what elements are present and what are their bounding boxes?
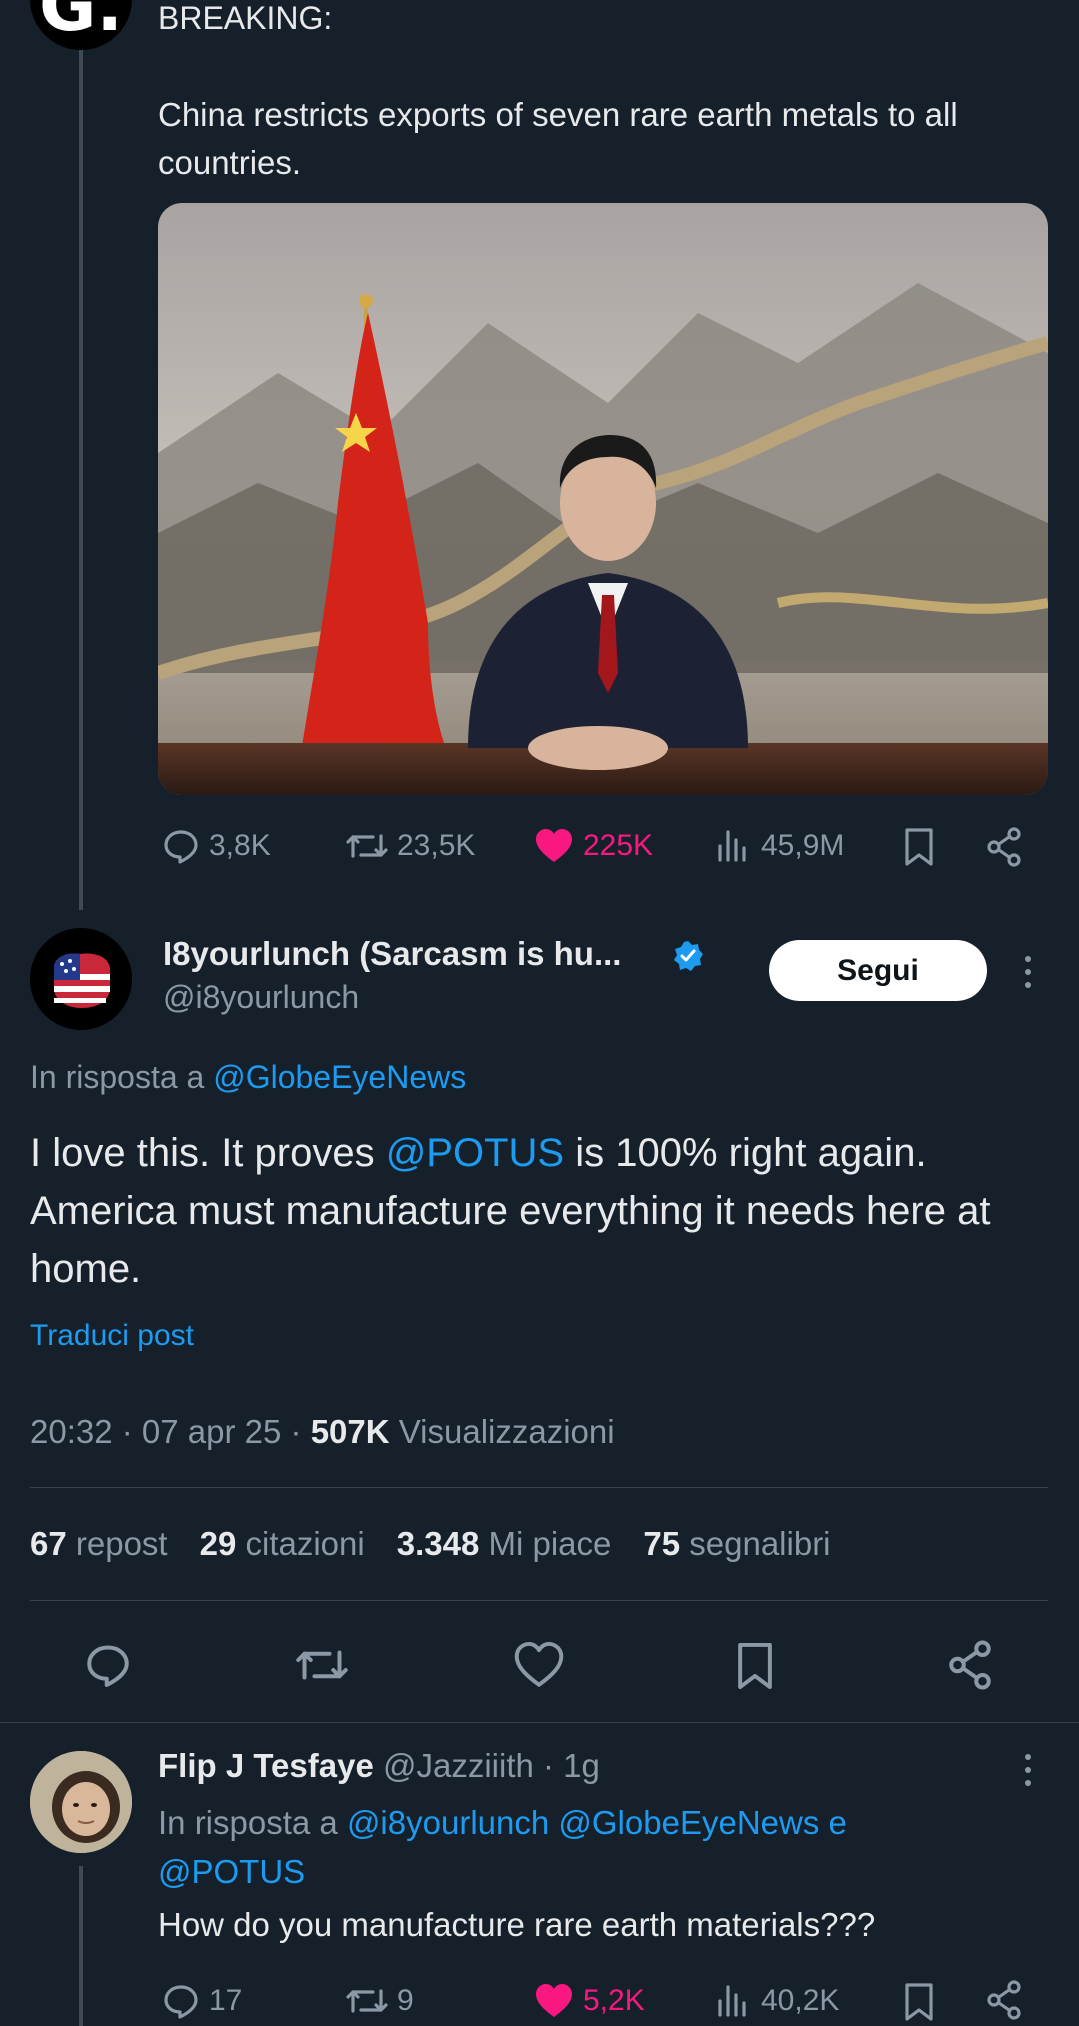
thread-line-bottom: [79, 1866, 83, 2026]
post1-text-head: BREAKING:: [158, 0, 333, 36]
count-bookmarks[interactable]: 75 segnalibri: [643, 1525, 830, 1563]
avatar-globe-eye-news[interactable]: G.: [30, 0, 132, 50]
bookmark-icon: [905, 1983, 933, 2021]
post1-like-action[interactable]: 225K: [533, 826, 653, 866]
views-chart-icon: [718, 830, 746, 862]
thread-line-top: [79, 40, 83, 910]
divider-1: [30, 1487, 1048, 1488]
divider-2: [30, 1600, 1048, 1601]
svg-text:G.: G.: [39, 0, 123, 47]
post2-share-button[interactable]: [945, 1638, 995, 1692]
post2-bookmark-button[interactable]: [730, 1640, 780, 1692]
post2-counts-row: 67 repost 29 citazioni 3.348 Mi piace 75…: [30, 1525, 831, 1563]
post2-time: 20:32 · 07 apr 25 ·: [30, 1413, 311, 1450]
repost-icon: [296, 1650, 348, 1680]
section-divider: [0, 1722, 1079, 1723]
post1-like-count: 225K: [583, 829, 654, 862]
count-reposts[interactable]: 67 repost: [30, 1525, 168, 1563]
post3-bookmark-button[interactable]: [899, 1981, 939, 2023]
mention-potus-link[interactable]: @POTUS: [386, 1131, 564, 1175]
post1-reply-count: 3,8K: [209, 829, 271, 862]
heart-filled-icon: [536, 1984, 572, 2017]
reply-icon: [87, 1645, 129, 1687]
post2-like-button[interactable]: [513, 1640, 565, 1690]
post3-like-action[interactable]: 5,2K: [533, 1981, 645, 2021]
repost-icon: [346, 834, 388, 858]
share-icon: [987, 827, 1021, 867]
repost-icon: [346, 1989, 388, 2013]
reply-to-i8yourlunch[interactable]: @i8yourlunch: [347, 1804, 549, 1841]
post1-views-action[interactable]: 45,9M: [713, 826, 844, 866]
post3-views-count: 40,2K: [761, 1984, 840, 2017]
avatar-flip-j-tesfaye[interactable]: [30, 1751, 132, 1853]
post3-reply-count: 17: [209, 1984, 243, 2017]
post2-author-name[interactable]: I8yourlunch (Sarcasm is hu...: [163, 935, 621, 973]
post1-bookmark-button[interactable]: [899, 826, 939, 868]
reply-icon: [164, 830, 198, 864]
post2-repost-button[interactable]: [294, 1640, 350, 1690]
post1-text-body: China restricts exports of seven rare ea…: [158, 96, 958, 181]
post3-reply-context: In risposta a @i8yourlunch @GlobeEyeNews…: [158, 1798, 1038, 1896]
post3-share-button[interactable]: [984, 1979, 1024, 2021]
share-icon: [949, 1640, 991, 1690]
usa-flag-fist-avatar: [30, 928, 132, 1030]
post2-author-handle[interactable]: @i8yourlunch: [163, 979, 359, 1016]
bookmark-icon: [905, 828, 933, 866]
more-options-icon[interactable]: [1025, 956, 1031, 988]
post3-author-handle[interactable]: @Jazziiith: [383, 1747, 534, 1784]
post3-repost-action[interactable]: 9: [345, 1981, 414, 2021]
post2-text: I love this. It proves @POTUS is 100% ri…: [30, 1124, 1050, 1298]
post1-media-image[interactable]: [158, 203, 1048, 795]
post3-more-options-icon[interactable]: [1025, 1754, 1031, 1786]
post3-reply-action[interactable]: 17: [161, 1981, 242, 2021]
follow-button[interactable]: Segui: [769, 940, 987, 1001]
post2-reply-button[interactable]: [83, 1640, 133, 1690]
post3-repost-count: 9: [397, 1984, 414, 2017]
count-likes[interactable]: 3.348 Mi piace: [397, 1525, 612, 1563]
reply-to-globeeyenews[interactable]: @GlobeEyeNews: [558, 1804, 819, 1841]
views-chart-icon: [718, 1985, 746, 2017]
post2-views-label: Visualizzazioni: [389, 1413, 615, 1450]
post2-timestamp-row: 20:32 · 07 apr 25 · 507K Visualizzazioni: [30, 1413, 615, 1451]
globe-eye-logo-icon: G.: [30, 0, 132, 50]
author-name-text: I8yourlunch (Sarcasm is hu...: [163, 935, 622, 972]
reply-and: e: [819, 1804, 847, 1841]
avatar-i8yourlunch[interactable]: [30, 928, 132, 1030]
xi-jinping-photo: [158, 203, 1048, 795]
reply-prefix: In risposta a: [158, 1804, 347, 1841]
post1-repost-action[interactable]: 23,5K: [345, 826, 475, 866]
verified-badge-icon: [674, 941, 703, 971]
post3-age: · 1g: [533, 1747, 600, 1784]
heart-filled-icon: [536, 829, 572, 862]
reply-to-potus[interactable]: @POTUS: [158, 1853, 305, 1890]
user-photo-avatar: [30, 1751, 132, 1853]
translate-post-link[interactable]: Traduci post: [30, 1319, 194, 1353]
post2-reply-context: In risposta a @GlobeEyeNews: [30, 1059, 466, 1096]
post3-text: How do you manufacture rare earth materi…: [158, 1906, 876, 1943]
bookmark-icon: [738, 1642, 772, 1690]
count-quotes[interactable]: 29 citazioni: [200, 1525, 365, 1563]
post1-reply-action[interactable]: 3,8K: [161, 826, 271, 866]
post1-share-button[interactable]: [984, 826, 1024, 868]
post1-views-count: 45,9M: [761, 829, 845, 862]
post3-like-count: 5,2K: [583, 1984, 645, 2017]
reply-prefix: In risposta a: [30, 1059, 205, 1095]
reply-icon: [164, 1985, 198, 2019]
post3-author-name[interactable]: Flip J Tesfaye: [158, 1747, 374, 1784]
post1-repost-count: 23,5K: [397, 829, 476, 862]
post2-text-a: I love this. It proves: [30, 1131, 386, 1175]
share-icon: [987, 1980, 1021, 2020]
post3-views-action[interactable]: 40,2K: [713, 1981, 839, 2021]
heart-outline-icon: [514, 1641, 564, 1687]
reply-to-link[interactable]: @GlobeEyeNews: [213, 1059, 466, 1095]
post3-header: Flip J Tesfaye @Jazziiith · 1g: [158, 1747, 600, 1785]
post2-views-count: 507K: [310, 1413, 390, 1450]
